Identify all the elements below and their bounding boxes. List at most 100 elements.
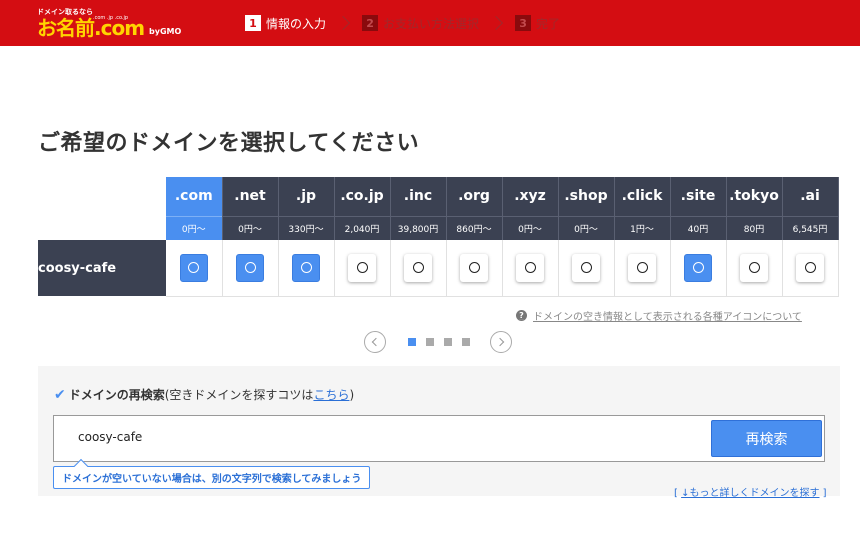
- more-search-link[interactable]: [ ↓もっと詳しくドメインを探す ]: [674, 484, 827, 499]
- availability-cell: [726, 240, 783, 297]
- tld-price: 39,800円: [390, 215, 447, 240]
- availability-cell: [278, 240, 335, 297]
- question-icon: ?: [516, 310, 527, 321]
- icon-info-link-text: ドメインの空き情報として表示される各種アイコンについて: [533, 312, 802, 323]
- domain-availability-table: .com .net .jp .co.jp .inc .org .xyz .shop .click…: [38, 177, 839, 297]
- domain-checkbox-checked[interactable]: [292, 253, 320, 282]
- search-tip-tooltip: ドメインが空いていない場合は、別の文字列で検索してみましょう: [53, 466, 371, 489]
- tld-header-xyz[interactable]: .xyz: [502, 177, 559, 216]
- research-button[interactable]: 再検索: [711, 420, 822, 457]
- page-title: ご希望のドメインを選択してください: [38, 131, 420, 156]
- tld-header-tokyo[interactable]: .tokyo: [726, 177, 783, 216]
- availability-cell: [446, 240, 503, 297]
- domain-search-input[interactable]: [78, 430, 478, 444]
- availability-cell: [166, 240, 223, 297]
- tld-header-net[interactable]: .net: [222, 177, 279, 216]
- domain-checkbox[interactable]: [516, 253, 544, 282]
- pager-dot-4[interactable]: [462, 338, 470, 346]
- step-2: 2 お支払い方法選択: [362, 15, 479, 32]
- tld-price: 860円〜: [446, 215, 503, 240]
- tld-price: 40円: [670, 215, 727, 240]
- domain-checkbox[interactable]: [796, 253, 824, 282]
- prev-page-button[interactable]: [364, 331, 386, 353]
- domain-checkbox[interactable]: [740, 253, 768, 282]
- chevron-right-icon: [495, 337, 505, 347]
- circle-icon: [748, 262, 760, 274]
- circle-icon: [636, 262, 648, 274]
- domain-checkbox[interactable]: [628, 253, 656, 282]
- research-heading-post: ): [349, 387, 355, 402]
- domain-checkbox-checked[interactable]: [179, 253, 208, 282]
- tld-header-shop[interactable]: .shop: [558, 177, 615, 216]
- domain-name-cell: coosy-cafe: [38, 240, 166, 296]
- step-number: 2: [362, 15, 379, 31]
- domain-checkbox[interactable]: [572, 253, 600, 282]
- tld-header-site[interactable]: .site: [670, 177, 727, 216]
- domain-checkbox-checked[interactable]: [684, 253, 712, 282]
- tld-price: 6,545円: [782, 215, 839, 240]
- icon-info-link[interactable]: ? ドメインの空き情報として表示される各種アイコンについて: [516, 308, 802, 323]
- availability-cell: [614, 240, 671, 297]
- domain-checkbox[interactable]: [404, 253, 432, 282]
- domain-checkbox-checked[interactable]: [236, 253, 264, 282]
- circle-icon: [580, 262, 592, 274]
- tld-header-row: .com .net .jp .co.jp .inc .org .xyz .shop .click…: [38, 177, 839, 216]
- next-page-button[interactable]: [490, 331, 512, 353]
- tld-header-click[interactable]: .click: [614, 177, 671, 216]
- tld-header-jp[interactable]: .jp: [278, 177, 335, 216]
- tld-header-ai[interactable]: .ai: [782, 177, 839, 216]
- logo-gmo: byGMO: [149, 27, 182, 36]
- circle-icon: [188, 262, 200, 274]
- table-corner: [38, 216, 166, 240]
- step-3: 3 完了: [515, 15, 560, 32]
- step-number: 1: [245, 15, 261, 31]
- table-corner: [38, 177, 166, 216]
- logo-tlds: .com .jp .co.jp: [93, 15, 129, 21]
- step-label: お支払い方法選択: [383, 16, 480, 31]
- tld-header-com[interactable]: .com: [166, 177, 223, 216]
- tld-price-row: 0円〜 0円〜 330円〜 2,040円 39,800円 860円〜 0円〜 0円〜 1円〜 40…: [38, 215, 839, 240]
- tld-price: 1円〜: [614, 215, 671, 240]
- availability-cell: [390, 240, 447, 297]
- chevron-right-icon: [488, 15, 504, 31]
- research-heading-title: ドメインの再検索: [68, 388, 165, 402]
- availability-cell: [558, 240, 615, 297]
- tld-header-inc[interactable]: .inc: [390, 177, 447, 216]
- domain-checkbox[interactable]: [348, 253, 376, 282]
- chevron-left-icon: [371, 337, 381, 347]
- research-heading-pre: (空きドメインを探すコツは: [164, 388, 314, 402]
- circle-icon: [468, 262, 480, 274]
- step-label: 情報の入力: [266, 16, 327, 31]
- tld-price: 0円〜: [558, 215, 615, 240]
- tips-link[interactable]: こちら: [313, 386, 349, 403]
- domain-row: coosy-cafe: [38, 240, 839, 297]
- step-number: 3: [515, 15, 532, 31]
- tld-price: 330円〜: [278, 215, 335, 240]
- circle-icon: [692, 262, 704, 274]
- research-heading: ✔ ドメインの再検索 (空きドメインを探すコツは こちら ): [54, 386, 354, 403]
- pager-dot-3[interactable]: [444, 338, 452, 346]
- domain-checkbox[interactable]: [460, 253, 488, 282]
- chevron-right-icon: [335, 15, 351, 31]
- more-search-link-text: ↓もっと詳しくドメインを探す: [681, 488, 820, 499]
- availability-cell: [782, 240, 839, 297]
- search-box: 再検索: [53, 415, 825, 462]
- tld-header-cojp[interactable]: .co.jp: [334, 177, 391, 216]
- tld-price: 2,040円: [334, 215, 391, 240]
- checkmark-icon: ✔: [54, 386, 66, 403]
- research-panel: ✔ ドメインの再検索 (空きドメインを探すコツは こちら ) 再検索 ドメインが…: [38, 366, 840, 496]
- availability-cell: [502, 240, 559, 297]
- pager-dot-2[interactable]: [426, 338, 434, 346]
- availability-cell: [670, 240, 727, 297]
- step-1: 1 情報の入力: [245, 15, 326, 32]
- tld-price: 80円: [726, 215, 783, 240]
- tld-header-org[interactable]: .org: [446, 177, 503, 216]
- circle-icon: [300, 262, 312, 274]
- circle-icon: [524, 262, 536, 274]
- onamae-logo[interactable]: ドメイン取るなら お名前.com .com .jp .co.jp byGMO: [37, 7, 187, 41]
- progress-steps: 1 情報の入力 2 お支払い方法選択 3 完了: [245, 13, 560, 33]
- tld-price: 0円〜: [166, 215, 223, 240]
- pager-dot-1[interactable]: [408, 338, 416, 346]
- header: ドメイン取るなら お名前.com .com .jp .co.jp byGMO 1…: [0, 0, 860, 46]
- availability-cell: [334, 240, 391, 297]
